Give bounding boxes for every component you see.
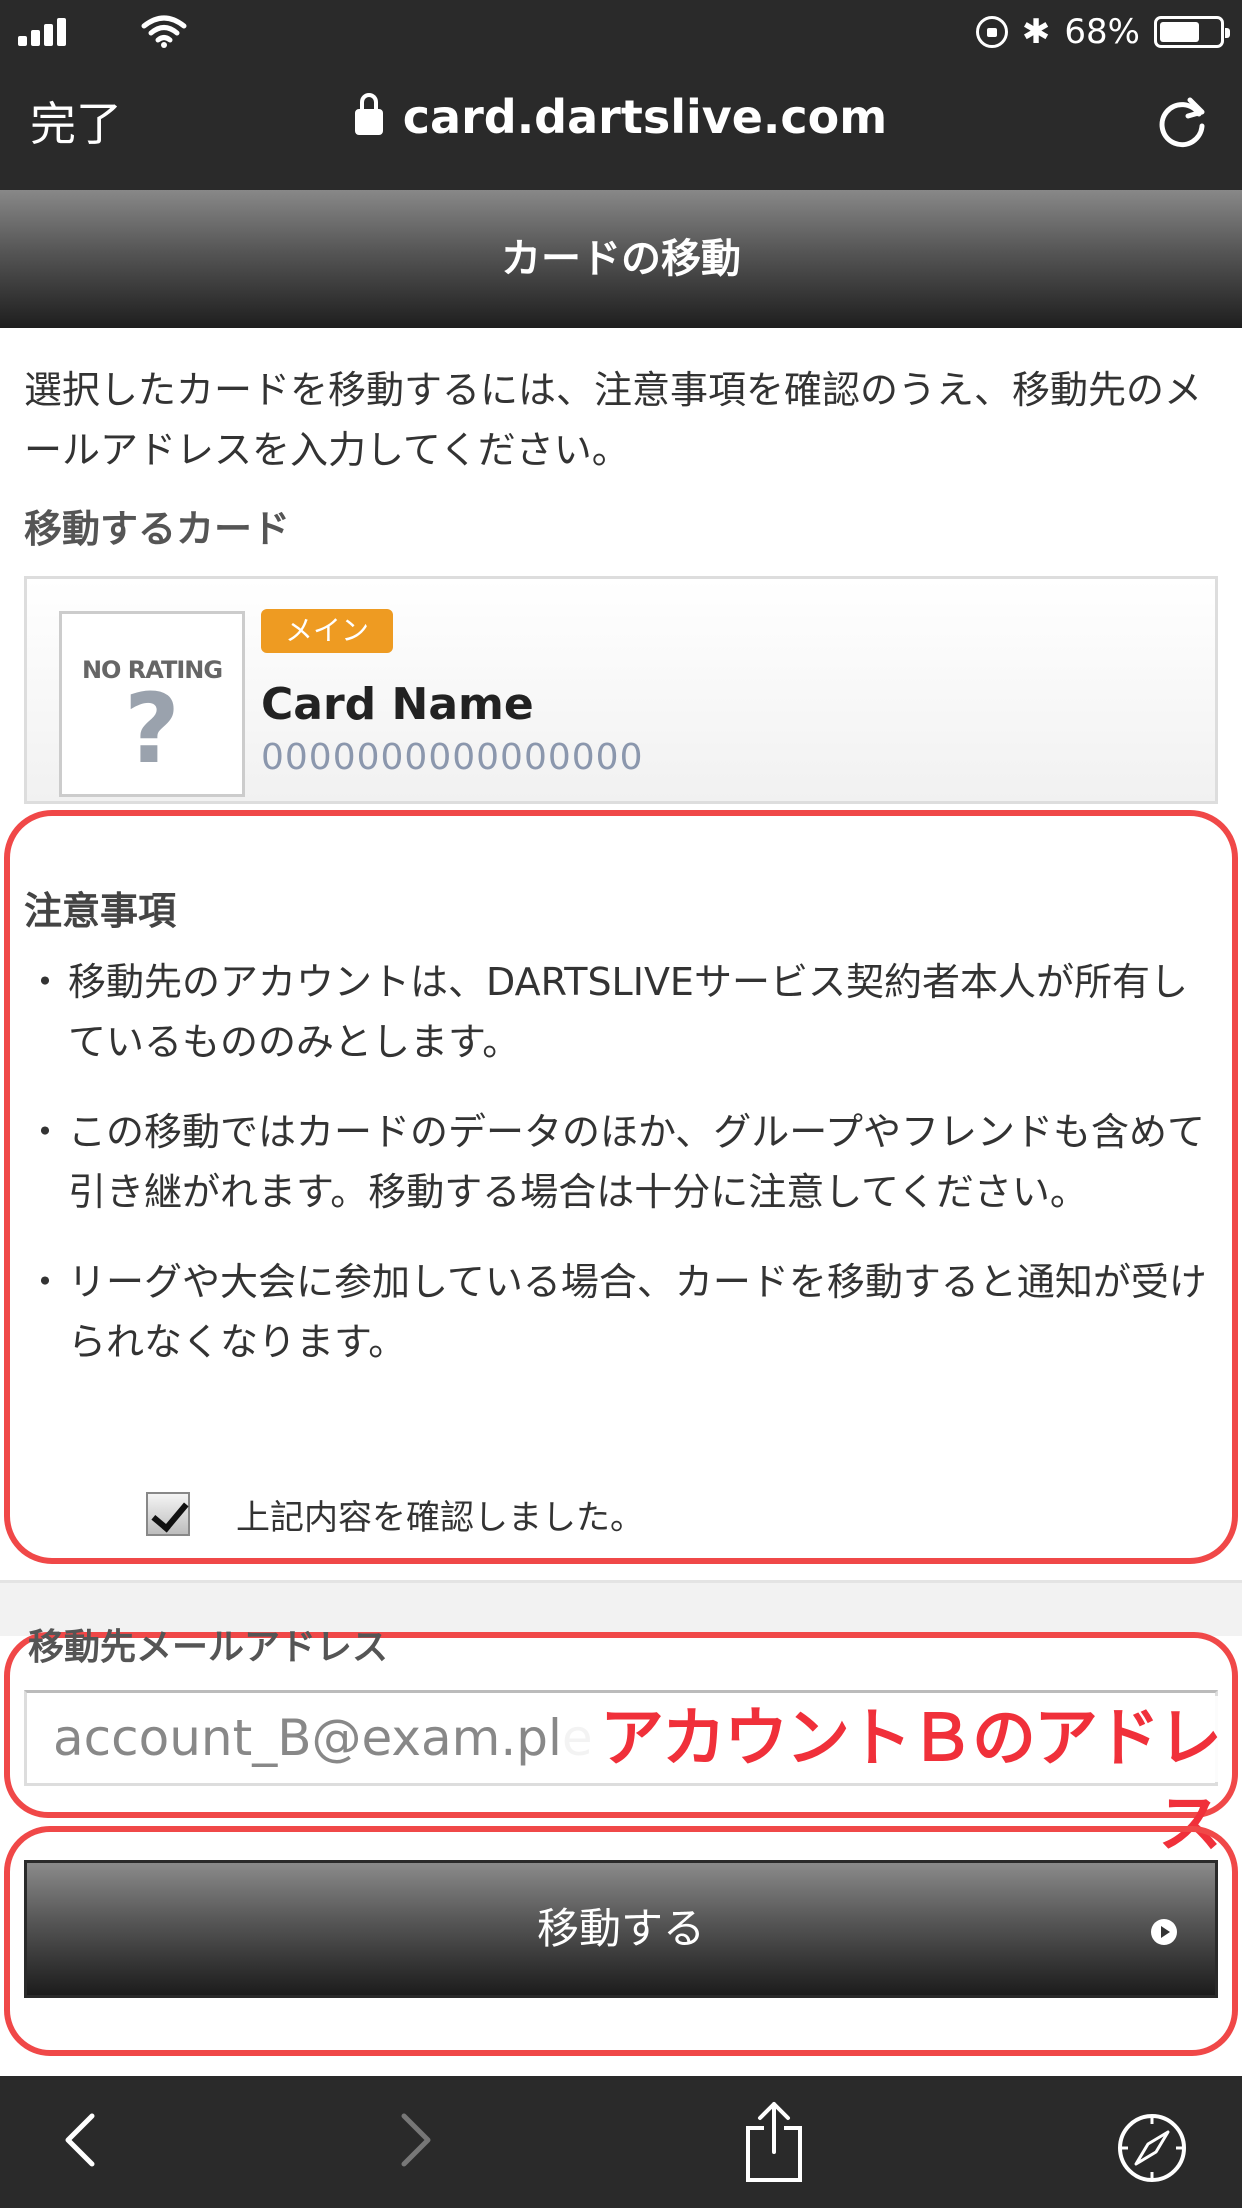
caution-item: 移動先のアカウントは、DARTSLIVEサービス契約者本人が所有しているもののみ… <box>26 952 1212 1072</box>
lock-icon <box>354 93 383 135</box>
question-mark-icon: ? <box>124 673 180 785</box>
forward-icon[interactable] <box>396 2110 436 2170</box>
confirm-label: 上記内容を確認しました。 <box>236 1497 644 1538</box>
caution-item: この移動ではカードのデータのほか、グループやフレンドも含めて引き継がれます。移動… <box>26 1102 1212 1222</box>
status-bar: ✱ 68% <box>0 0 1242 64</box>
caution-item: リーグや大会に参加している場合、カードを移動すると通知が受けられなくなります。 <box>26 1252 1212 1372</box>
move-button[interactable]: 移動する <box>24 1860 1218 1998</box>
caution-list: 移動先のアカウントは、DARTSLIVEサービス契約者本人が所有しているもののみ… <box>26 952 1212 1402</box>
card-summary: NO RATING ? メイン Card Name 00000000000000… <box>24 576 1218 804</box>
reload-icon[interactable] <box>1152 92 1212 152</box>
battery-percentage: 68% <box>1064 12 1140 52</box>
email-label: 移動先メールアドレス <box>28 1627 389 1668</box>
signal-icon <box>18 18 68 46</box>
battery-icon <box>1154 16 1230 48</box>
battery-level <box>1160 22 1199 42</box>
url-text: card.dartslive.com <box>402 90 888 144</box>
card-name: Card Name <box>261 679 534 730</box>
caution-title: 注意事項 <box>24 889 177 933</box>
main-card-badge: メイン <box>261 609 393 653</box>
browser-toolbar <box>0 2076 1242 2208</box>
card-thumbnail: NO RATING ? <box>59 611 245 797</box>
wifi-icon <box>141 15 187 48</box>
bluetooth-icon: ✱ <box>1021 12 1051 52</box>
intro-text: 選択したカードを移動するには、注意事項を確認のうえ、移動先のメールアドレスを入力… <box>24 368 1203 472</box>
confirm-checkbox[interactable] <box>146 1492 190 1536</box>
share-icon[interactable] <box>744 2100 804 2182</box>
card-number: 0000000000000000 <box>261 737 644 778</box>
card-section-label: 移動するカード <box>24 507 291 551</box>
page-title: カードの移動 <box>0 190 1242 328</box>
address-bar[interactable]: card.dartslive.com <box>0 90 1242 144</box>
arrow-right-icon <box>1151 1919 1177 1945</box>
compass-icon[interactable] <box>1116 2112 1188 2184</box>
move-button-label: 移動する <box>536 1904 705 1953</box>
rotation-lock-icon <box>975 16 1008 48</box>
back-icon[interactable] <box>60 2110 100 2170</box>
address-annotation: アカウントＢのアドレス <box>560 1696 1222 1862</box>
browser-bar: 完了 card.dartslive.com <box>0 64 1242 190</box>
confirm-row[interactable]: 上記内容を確認しました。 <box>146 1490 644 1538</box>
